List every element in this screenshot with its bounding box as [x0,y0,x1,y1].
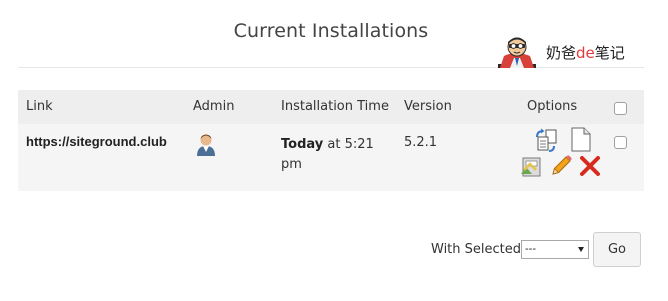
installations-table: Link Admin Installation Time Version Opt… [18,90,644,191]
select-all-checkbox[interactable] [614,102,627,115]
watermark-avatar-icon [498,37,536,68]
backup-icon[interactable] [520,154,542,178]
delete-x-icon[interactable] [579,155,601,177]
dropdown-arrow-icon [578,247,584,252]
with-selected-label: With Selected: [431,242,526,257]
header-installation-time: Installation Time [281,99,389,114]
watermark-text: 奶爸de笔记 [546,43,625,62]
go-button[interactable]: Go [593,232,641,267]
header-options: Options [527,99,578,114]
table-header: Link Admin Installation Time Version Opt… [18,90,644,124]
installation-time: Today at 5:21 pm [281,137,374,172]
bulk-action-select[interactable]: --- [521,240,589,259]
clone-icon[interactable] [533,127,559,153]
file-icon[interactable] [570,127,592,153]
header-admin: Admin [193,99,235,114]
header-version: Version [404,99,452,114]
installation-version: 5.2.1 [404,135,438,150]
header-link: Link [26,99,53,114]
watermark: 奶爸de笔记 [496,34,625,70]
admin-user-icon[interactable] [195,132,217,156]
installation-link[interactable]: https://siteground.club [26,134,167,149]
edit-pencil-icon[interactable] [549,154,573,178]
row-checkbox[interactable] [614,136,627,149]
table-row: https://siteground.club Today at 5:21 pm… [18,124,644,191]
